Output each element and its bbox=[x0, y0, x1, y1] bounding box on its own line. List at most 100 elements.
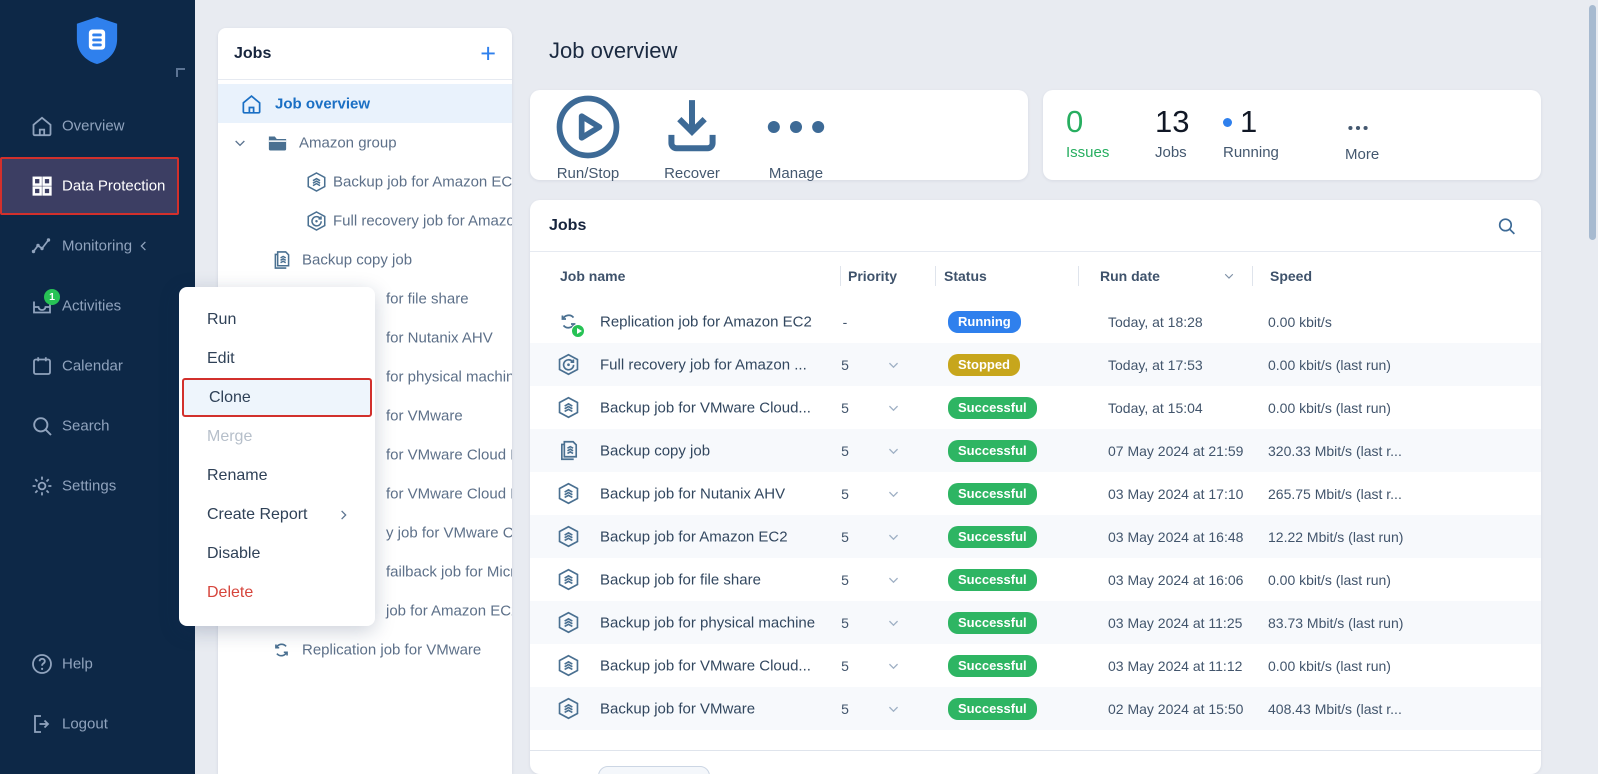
stat-jobs[interactable]: 13Jobs bbox=[1155, 105, 1189, 161]
stat-label: Issues bbox=[1066, 144, 1109, 161]
menu-item-label: Run bbox=[207, 311, 236, 329]
table-row[interactable]: Backup job for Amazon EC25Successful03 M… bbox=[530, 515, 1541, 558]
status-badge: Successful bbox=[948, 569, 1037, 591]
tree-item-label: for VMware Cloud Direc bbox=[386, 485, 512, 502]
backup-job-icon bbox=[556, 696, 581, 721]
tree-item-label: Replication job for VMware bbox=[302, 641, 481, 658]
menu-item-edit[interactable]: Edit bbox=[179, 339, 375, 378]
sidebar-item-settings[interactable]: Settings bbox=[0, 456, 195, 516]
sort-chevron-down-icon[interactable] bbox=[1222, 269, 1236, 283]
column-header-speed[interactable]: Speed bbox=[1270, 268, 1312, 284]
table-row[interactable]: Backup job for VMware Cloud...5Successfu… bbox=[530, 644, 1541, 687]
status-badge: Running bbox=[948, 311, 1021, 333]
action-manage-button[interactable]: Manage bbox=[758, 89, 834, 182]
stat-more[interactable]: More bbox=[1345, 105, 1379, 163]
column-header-status[interactable]: Status bbox=[944, 268, 987, 284]
action-run-stop-button[interactable]: Run/Stop bbox=[550, 89, 626, 182]
priority-dropdown-chevron-icon[interactable] bbox=[886, 529, 901, 544]
stat-value: 13 bbox=[1155, 105, 1189, 139]
vertical-scrollbar[interactable] bbox=[1589, 5, 1596, 240]
app-screen: OverviewData ProtectionMonitoring1Activi… bbox=[0, 0, 1598, 774]
action-label: Recover bbox=[654, 165, 730, 182]
priority-dropdown-chevron-icon[interactable] bbox=[886, 701, 901, 716]
table-row[interactable]: Backup job for file share5Successful03 M… bbox=[530, 558, 1541, 601]
sidebar-item-label: Settings bbox=[62, 478, 116, 495]
table-row[interactable]: Replication job for Amazon EC2-RunningTo… bbox=[530, 300, 1541, 343]
tree-item-label: for VMware bbox=[386, 407, 463, 424]
backup-job-icon bbox=[305, 170, 328, 193]
priority-value: 5 bbox=[830, 572, 860, 588]
tree-item-full-recovery-job-for-amazon-e[interactable]: Full recovery job for Amazon E bbox=[218, 201, 512, 240]
home-icon bbox=[30, 114, 54, 138]
sidebar-item-overview[interactable]: Overview bbox=[0, 96, 195, 156]
table-row[interactable]: Backup job for Nutanix AHV5Successful03 … bbox=[530, 472, 1541, 515]
tree-item-replication-job-for-vmware[interactable]: Replication job for VMware bbox=[218, 630, 512, 669]
jobs-table-card: Jobs Job namePriorityStatusRun dateSpeed… bbox=[530, 200, 1541, 774]
tree-item-backup-copy-job[interactable]: Backup copy job bbox=[218, 240, 512, 279]
magnifier-icon[interactable] bbox=[1496, 215, 1517, 236]
table-row[interactable]: Backup job for physical machine5Successf… bbox=[530, 601, 1541, 644]
sidebar-item-label: Search bbox=[62, 418, 110, 435]
priority-dropdown-chevron-icon[interactable] bbox=[886, 486, 901, 501]
run-date: Today, at 18:28 bbox=[1108, 314, 1203, 330]
tree-item-backup-job-for-amazon-ec2[interactable]: Backup job for Amazon EC2 bbox=[218, 162, 512, 201]
tree-item-label: Full recovery job for Amazon E bbox=[333, 212, 512, 229]
sidebar-item-logout[interactable]: Logout bbox=[0, 694, 195, 754]
column-header-run-date[interactable]: Run date bbox=[1100, 268, 1160, 284]
column-divider bbox=[1252, 266, 1253, 286]
table-row[interactable]: Backup copy job5Successful07 May 2024 at… bbox=[530, 429, 1541, 472]
table-row[interactable]: Backup job for VMware5Successful02 May 2… bbox=[530, 687, 1541, 730]
activities-count-badge: 1 bbox=[44, 289, 60, 305]
sidebar-item-calendar[interactable]: Calendar bbox=[0, 336, 195, 396]
priority-value: 5 bbox=[830, 486, 860, 502]
speed: 0.00 kbit/s (last run) bbox=[1268, 658, 1391, 674]
run-date: 03 May 2024 at 16:48 bbox=[1108, 529, 1243, 545]
stat-issues[interactable]: 0Issues bbox=[1066, 105, 1109, 161]
menu-item-label: Create Report bbox=[207, 506, 308, 524]
chevron-left-icon[interactable] bbox=[136, 239, 151, 254]
menu-item-delete[interactable]: Delete bbox=[179, 573, 375, 612]
backup-copy-job-icon bbox=[270, 248, 293, 271]
tree-item-label: failback job for Microsof bbox=[386, 563, 512, 580]
priority-dropdown-chevron-icon[interactable] bbox=[886, 443, 901, 458]
job-name: Backup job for file share bbox=[600, 571, 761, 588]
recovery-job-icon bbox=[305, 209, 328, 232]
sidebar-item-activities[interactable]: 1Activities bbox=[0, 276, 195, 336]
sidebar-item-monitoring[interactable]: Monitoring bbox=[0, 216, 195, 276]
table-footer-divider bbox=[530, 750, 1541, 751]
column-header-priority[interactable]: Priority bbox=[848, 268, 897, 284]
tree-item-amazon-group[interactable]: Amazon group bbox=[218, 123, 512, 162]
stat-running[interactable]: 1Running bbox=[1223, 105, 1279, 161]
priority-dropdown-chevron-icon[interactable] bbox=[886, 572, 901, 587]
sidebar: OverviewData ProtectionMonitoring1Activi… bbox=[0, 0, 195, 774]
sidebar-item-search[interactable]: Search bbox=[0, 396, 195, 456]
run-date: Today, at 17:53 bbox=[1108, 357, 1203, 373]
column-header-job-name[interactable]: Job name bbox=[560, 268, 625, 284]
priority-value: 5 bbox=[830, 658, 860, 674]
menu-item-disable[interactable]: Disable bbox=[179, 534, 375, 573]
priority-dropdown-chevron-icon[interactable] bbox=[886, 615, 901, 630]
job-name: Backup copy job bbox=[600, 442, 710, 459]
tree-item-label: y job for VMware Cloud bbox=[386, 524, 512, 541]
chevron-down-icon[interactable] bbox=[232, 135, 248, 151]
priority-dropdown-chevron-icon[interactable] bbox=[886, 400, 901, 415]
table-row[interactable]: Full recovery job for Amazon ...5Stopped… bbox=[530, 343, 1541, 386]
sidebar-item-help[interactable]: Help bbox=[0, 634, 195, 694]
priority-dropdown-chevron-icon[interactable] bbox=[886, 658, 901, 673]
sidebar-item-data-protection[interactable]: Data Protection bbox=[0, 157, 179, 215]
tree-item-label: for file share bbox=[386, 290, 469, 307]
add-job-button[interactable]: + bbox=[480, 40, 496, 67]
status-badge: Stopped bbox=[948, 354, 1020, 376]
action-recover-button[interactable]: Recover bbox=[654, 89, 730, 182]
tree-item-job-overview[interactable]: Job overview bbox=[218, 84, 512, 123]
corner-mark bbox=[176, 68, 185, 77]
menu-item-rename[interactable]: Rename bbox=[179, 456, 375, 495]
menu-item-label: Merge bbox=[207, 428, 252, 446]
priority-dropdown-chevron-icon[interactable] bbox=[886, 357, 901, 372]
menu-item-run[interactable]: Run bbox=[179, 300, 375, 339]
menu-item-clone[interactable]: Clone bbox=[182, 378, 372, 417]
run-date: 02 May 2024 at 15:50 bbox=[1108, 701, 1243, 717]
menu-item-create-report[interactable]: Create Report bbox=[179, 495, 375, 534]
pagination-button[interactable] bbox=[598, 766, 710, 774]
table-row[interactable]: Backup job for VMware Cloud...5Successfu… bbox=[530, 386, 1541, 429]
